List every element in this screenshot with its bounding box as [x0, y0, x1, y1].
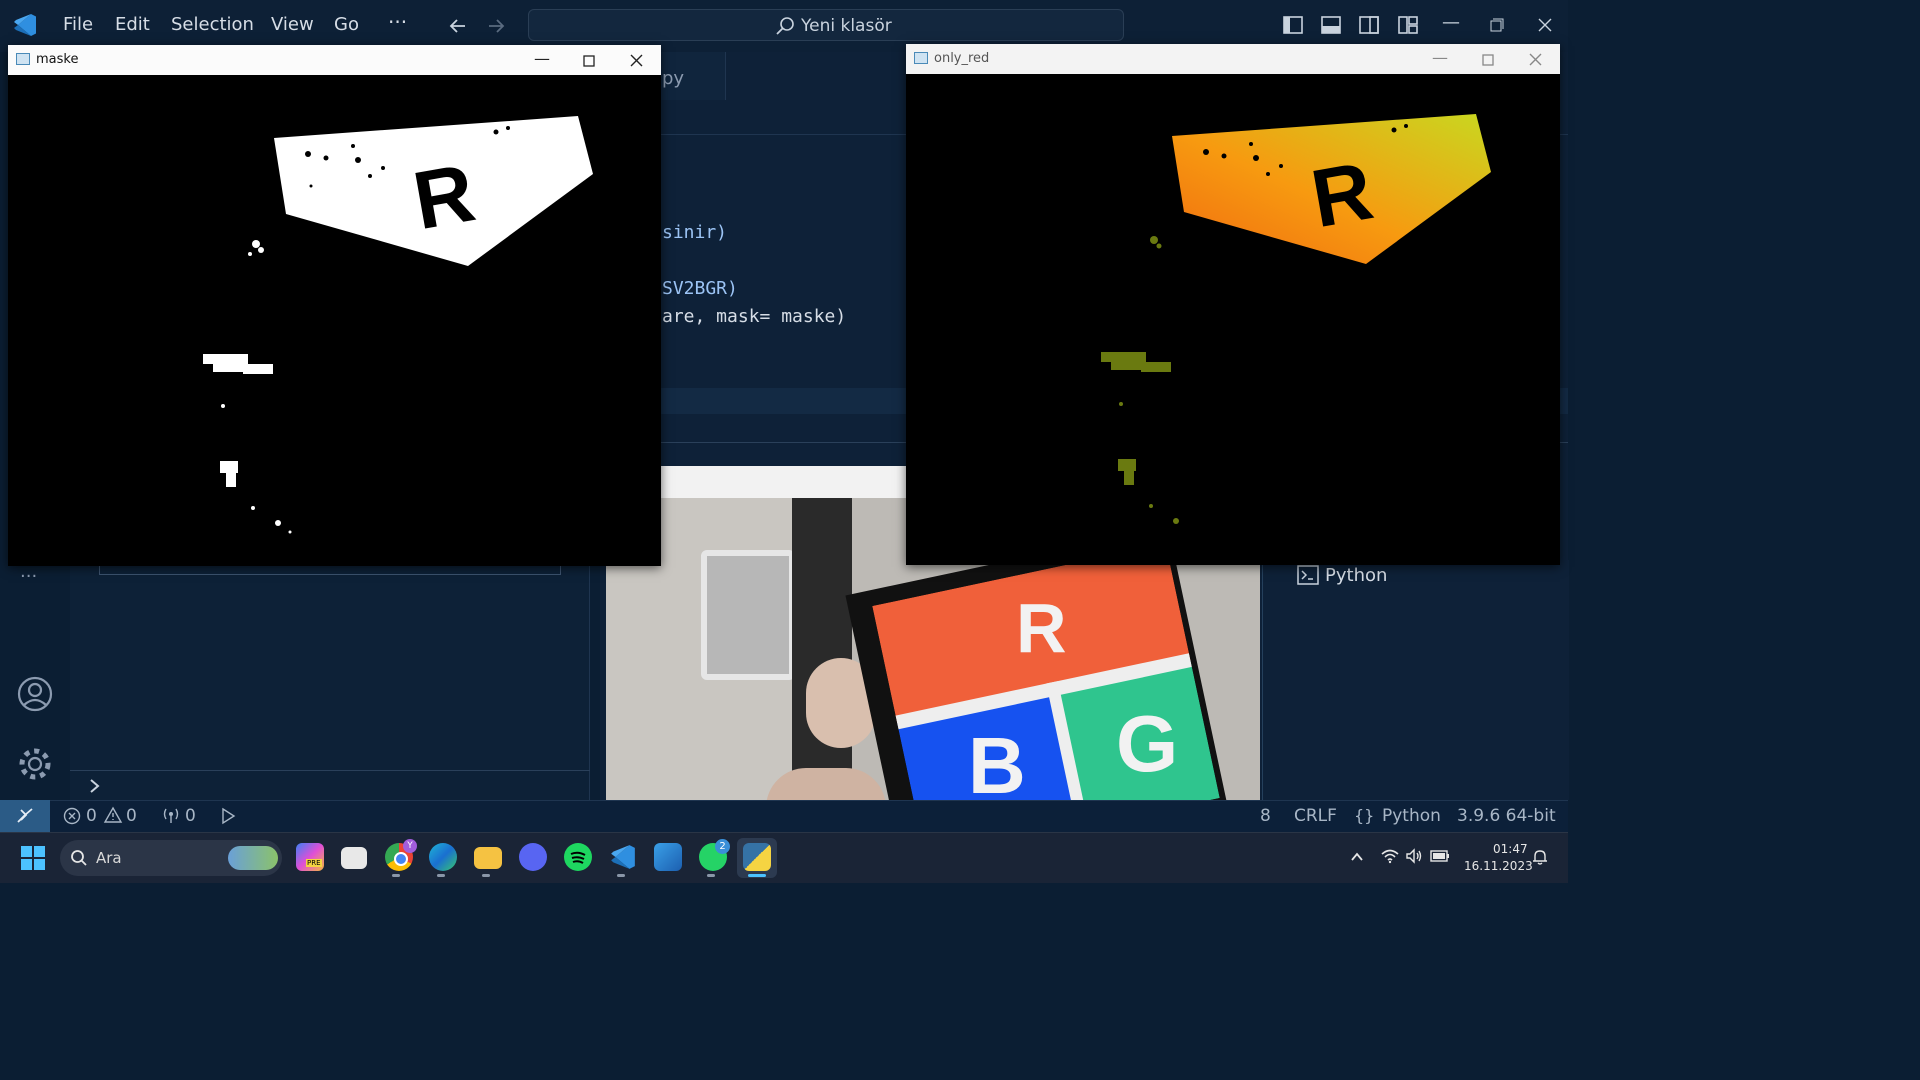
- terminal-icon: [1297, 565, 1319, 585]
- vscode-logo-icon: [14, 14, 36, 36]
- card-letter-r: R: [1016, 589, 1067, 667]
- only-red-window-title: only_red: [934, 51, 990, 66]
- wifi-icon[interactable]: [1380, 848, 1400, 864]
- command-center-search[interactable]: Yeni klasör: [528, 9, 1124, 41]
- warning-icon[interactable]: [103, 806, 123, 824]
- only-red-close-icon[interactable]: [1529, 53, 1542, 66]
- warning-count[interactable]: 0: [126, 806, 137, 826]
- python-icon[interactable]: [743, 843, 771, 871]
- python-interpreter[interactable]: 3.9.6 64-bit: [1457, 806, 1556, 826]
- toggle-secondary-sidebar-icon[interactable]: [1358, 14, 1380, 36]
- maske-window-title: maske: [36, 52, 79, 67]
- clock-time[interactable]: 01:47: [1493, 842, 1528, 856]
- error-icon[interactable]: [63, 807, 81, 825]
- card-letter-g: G: [1116, 699, 1179, 788]
- only-red-minimize-button[interactable]: —: [1432, 48, 1448, 67]
- vscode-taskbar-icon[interactable]: [609, 843, 637, 871]
- forward-arrow-icon[interactable]: [486, 16, 506, 36]
- account-icon[interactable]: [16, 675, 54, 713]
- tray-chevron-up-icon[interactable]: [1350, 851, 1364, 863]
- menu-view[interactable]: View: [271, 14, 314, 35]
- maske-window: maske — R: [8, 45, 661, 566]
- window-app-icon: [914, 52, 928, 64]
- code-line: are, mask= maske): [662, 306, 847, 327]
- language-mode[interactable]: Python: [1382, 806, 1441, 826]
- search-text: Yeni klasör: [801, 16, 892, 36]
- paint-app-icon[interactable]: [654, 843, 682, 871]
- copilot-icon[interactable]: PRE: [296, 843, 324, 871]
- spotify-icon[interactable]: [564, 843, 592, 871]
- close-icon[interactable]: [1537, 17, 1553, 33]
- search-icon: [776, 17, 794, 35]
- minimize-button[interactable]: —: [1442, 12, 1460, 33]
- search-highlight-image: [228, 846, 278, 870]
- braces-icon: {}: [1354, 806, 1375, 825]
- chevron-right-icon[interactable]: [88, 778, 102, 794]
- edge-icon[interactable]: [429, 843, 457, 871]
- chrome-profile-badge: Y: [403, 839, 417, 853]
- remote-indicator[interactable]: [0, 800, 50, 832]
- code-line: SV2BGR): [662, 278, 738, 299]
- terminal-item-python[interactable]: Python: [1325, 565, 1387, 586]
- clock-date[interactable]: 16.11.2023: [1464, 859, 1533, 873]
- customize-layout-icon[interactable]: [1397, 14, 1419, 36]
- menu-more[interactable]: ···: [388, 10, 407, 34]
- toggle-primary-sidebar-icon[interactable]: [1282, 14, 1304, 36]
- maske-maximize-icon[interactable]: [583, 55, 595, 67]
- toggle-panel-icon[interactable]: [1320, 14, 1342, 36]
- only-red-titlebar[interactable]: only_red —: [906, 44, 1560, 74]
- pre-badge: PRE: [306, 859, 322, 867]
- remote-icon: [17, 808, 33, 823]
- menu-file[interactable]: File: [63, 14, 93, 35]
- whatsapp-badge: 2: [715, 839, 730, 854]
- back-arrow-icon[interactable]: [448, 16, 468, 36]
- activity-more[interactable]: ···: [20, 566, 37, 587]
- code-line: sinir): [662, 222, 728, 243]
- maske-titlebar[interactable]: maske —: [8, 45, 661, 75]
- taskbar-search-box[interactable]: Ara: [60, 840, 282, 876]
- taskbar-search-placeholder: Ara: [96, 849, 122, 867]
- search-icon: [71, 850, 87, 866]
- only-red-maximize-icon[interactable]: [1482, 54, 1494, 66]
- volume-icon[interactable]: [1405, 848, 1423, 864]
- mask-image: R: [8, 76, 661, 566]
- file-explorer-icon[interactable]: [474, 847, 502, 869]
- whatsapp-icon[interactable]: 2: [699, 839, 730, 871]
- menu-selection[interactable]: Selection: [171, 14, 254, 35]
- restore-icon[interactable]: [1490, 18, 1504, 32]
- gear-icon[interactable]: [16, 745, 54, 783]
- maske-close-icon[interactable]: [630, 54, 643, 67]
- line-col[interactable]: 8: [1260, 806, 1271, 826]
- task-view-icon[interactable]: [341, 847, 367, 869]
- terminal-list: [1262, 560, 1569, 800]
- only-red-image: R: [906, 74, 1560, 565]
- run-debug-icon[interactable]: [218, 806, 238, 826]
- error-count[interactable]: 0: [86, 806, 97, 826]
- maske-minimize-button[interactable]: —: [534, 49, 550, 68]
- notification-bell-icon[interactable]: [1531, 848, 1549, 866]
- ports-count[interactable]: 0: [185, 806, 196, 826]
- eol-indicator[interactable]: CRLF: [1294, 806, 1337, 826]
- discord-icon[interactable]: [519, 843, 547, 871]
- window-app-icon: [16, 53, 30, 65]
- menu-go[interactable]: Go: [334, 14, 359, 35]
- menu-edit[interactable]: Edit: [115, 14, 150, 35]
- card-letter-b: B: [968, 721, 1026, 810]
- chrome-icon[interactable]: Y: [385, 839, 417, 871]
- broadcast-icon[interactable]: [160, 806, 182, 824]
- start-button-icon[interactable]: [20, 845, 46, 871]
- only-red-window: only_red — R: [906, 44, 1560, 565]
- editor-tab-label[interactable]: py: [662, 68, 684, 89]
- battery-icon[interactable]: [1430, 849, 1450, 863]
